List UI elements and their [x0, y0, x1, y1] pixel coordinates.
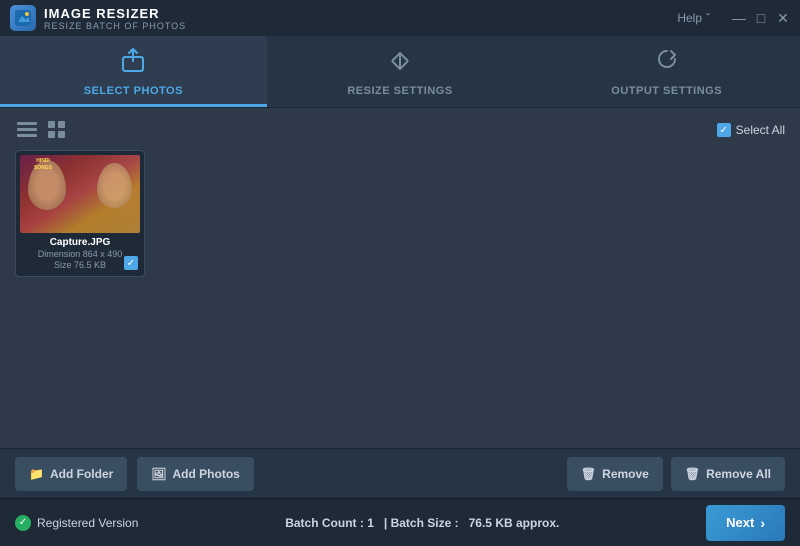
select-photos-icon — [119, 47, 147, 81]
photo-name: Capture.JPG — [22, 237, 138, 248]
remove-trash-icon: 🗑 — [581, 467, 596, 481]
title-bar-right: Help ˇ — □ ✕ — [677, 11, 790, 25]
add-folder-label: Add Folder — [50, 467, 113, 481]
help-button[interactable]: Help ˇ — [677, 11, 710, 25]
grid-view-button[interactable] — [45, 118, 69, 142]
remove-all-trash-icon: 🗑 — [685, 467, 700, 481]
window-controls: — □ ✕ — [732, 11, 790, 25]
status-bar: ✓ Registered Version Batch Count : 1 | B… — [0, 498, 800, 546]
app-title-sub: RESIZE BATCH OF PHOTOS — [44, 21, 186, 31]
tab-output-settings[interactable]: OUTPUT SETTINGS — [533, 36, 800, 107]
next-label: Next — [726, 515, 754, 530]
batch-count-label: Batch Count : — [285, 516, 364, 530]
tab-output-settings-label: OUTPUT SETTINGS — [611, 85, 722, 97]
photo-info: Capture.JPG Dimension 864 x 490 Size 76.… — [20, 233, 140, 270]
remove-all-button[interactable]: 🗑 Remove All — [671, 457, 785, 491]
title-bar-left: IMAGE RESIZER RESIZE BATCH OF PHOTOS — [10, 5, 186, 31]
photo-thumbnail: HINDI SONGS — [20, 155, 140, 233]
status-center: Batch Count : 1 | Batch Size : 76.5 KB a… — [285, 516, 559, 530]
photo-size: Size 76.5 KB — [22, 260, 138, 270]
remove-button[interactable]: 🗑 Remove — [567, 457, 663, 491]
tab-select-photos[interactable]: SELECT PHOTOS — [0, 36, 267, 107]
app-title-main: IMAGE RESIZER — [44, 6, 186, 21]
help-label: Help — [677, 11, 702, 25]
remove-all-label: Remove All — [706, 467, 771, 481]
folder-icon: 📁 — [29, 467, 44, 481]
add-photos-label: Add Photos — [173, 467, 240, 481]
face-right — [97, 163, 132, 208]
photo-item[interactable]: HINDI SONGS Capture.JPG Dimension 864 x … — [15, 150, 145, 277]
photo-checkbox[interactable]: ✓ — [124, 256, 138, 270]
batch-size-label: | Batch Size : — [384, 516, 459, 530]
select-all-checkbox[interactable]: ✓ — [717, 123, 731, 137]
action-bar: 📁 Add Folder 🖼 Add Photos 🗑 Remove 🗑 Rem… — [0, 448, 800, 498]
view-icons — [15, 118, 69, 142]
add-photos-button[interactable]: 🖼 Add Photos — [137, 457, 254, 491]
main-area: ✓ Select All HINDI SONGS Capture.JPG Dim… — [0, 108, 800, 448]
batch-size-value: 76.5 KB approx. — [469, 516, 560, 530]
select-all-row[interactable]: ✓ Select All — [717, 123, 785, 137]
photo-icon: 🖼 — [151, 467, 166, 481]
batch-count-value: 1 — [367, 516, 374, 530]
app-icon — [10, 5, 36, 31]
action-bar-right: 🗑 Remove 🗑 Remove All — [567, 457, 785, 491]
tab-resize-settings[interactable]: RESIZE SETTINGS — [267, 36, 534, 107]
output-settings-icon — [653, 47, 681, 81]
banner-text: HINDI SONGS — [23, 158, 63, 171]
photos-grid: HINDI SONGS Capture.JPG Dimension 864 x … — [15, 150, 785, 277]
registered-icon: ✓ — [15, 515, 31, 531]
photo-dimension: Dimension 864 x 490 — [22, 249, 138, 259]
toolbar-row: ✓ Select All — [15, 118, 785, 142]
next-button[interactable]: Next › — [706, 505, 785, 541]
close-button[interactable]: ✕ — [776, 11, 790, 25]
next-arrow-icon: › — [760, 515, 765, 531]
tabs-bar: SELECT PHOTOS RESIZE SETTINGS OUTPUT SET… — [0, 36, 800, 108]
tab-select-photos-label: SELECT PHOTOS — [84, 85, 183, 97]
remove-label: Remove — [602, 467, 649, 481]
title-bar: IMAGE RESIZER RESIZE BATCH OF PHOTOS Hel… — [0, 0, 800, 36]
add-folder-button[interactable]: 📁 Add Folder — [15, 457, 127, 491]
list-view-button[interactable] — [15, 118, 39, 142]
status-left: ✓ Registered Version — [15, 515, 138, 531]
select-all-label: Select All — [736, 123, 785, 137]
resize-settings-icon — [386, 47, 414, 81]
tab-resize-settings-label: RESIZE SETTINGS — [347, 85, 452, 97]
registered-label: Registered Version — [37, 516, 138, 530]
maximize-button[interactable]: □ — [754, 11, 768, 25]
app-title-text: IMAGE RESIZER RESIZE BATCH OF PHOTOS — [44, 6, 186, 31]
help-chevron: ˇ — [706, 11, 710, 25]
minimize-button[interactable]: — — [732, 11, 746, 25]
